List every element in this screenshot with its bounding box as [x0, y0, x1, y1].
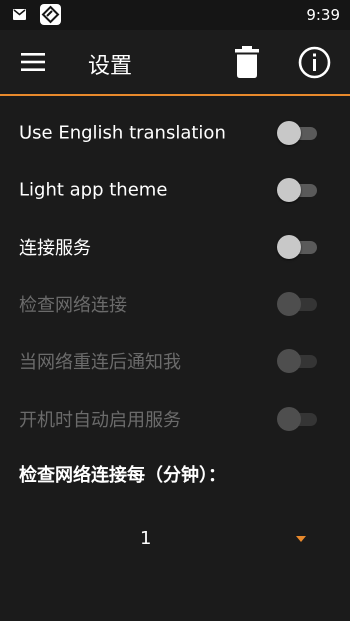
autostart-toggle	[277, 406, 318, 431]
setting-label: 开机时自动启用服务	[19, 409, 181, 431]
light-theme-toggle[interactable]	[277, 177, 318, 202]
setting-label: 连接服务	[19, 237, 91, 259]
setting-light-theme[interactable]: Light app theme	[0, 161, 350, 218]
setting-notify-reconnect: 当网络重连后通知我	[0, 333, 350, 390]
setting-label: 当网络重连后通知我	[19, 352, 181, 374]
page-title: 设置	[88, 54, 133, 79]
notify-reconnect-toggle	[277, 349, 318, 374]
trash-icon[interactable]	[234, 46, 260, 78]
info-icon[interactable]	[298, 46, 331, 79]
interval-dropdown[interactable]: 1	[0, 516, 350, 562]
status-time: 9:39	[306, 6, 340, 24]
interval-heading: 检查网络连接每（分钟）：	[19, 465, 226, 486]
setting-label: 检查网络连接	[19, 295, 127, 317]
english-translation-toggle[interactable]	[277, 120, 318, 145]
status-bar: 9:39	[0, 0, 350, 30]
interval-selected-value: 1	[140, 528, 152, 549]
setting-english-translation[interactable]: Use English translation	[0, 104, 350, 161]
app-notification-icon	[40, 4, 61, 25]
app-bar: 设置	[0, 30, 350, 96]
connect-service-toggle[interactable]	[277, 234, 318, 259]
setting-connect-service[interactable]: 连接服务	[0, 218, 350, 275]
setting-check-network: 检查网络连接	[0, 276, 350, 333]
menu-icon[interactable]	[20, 50, 46, 74]
check-network-toggle	[277, 292, 318, 317]
dropdown-arrow-icon	[296, 536, 306, 542]
setting-label: Use English translation	[19, 122, 226, 144]
mail-icon	[13, 9, 26, 20]
setting-autostart: 开机时自动启用服务	[0, 390, 350, 447]
setting-label: Light app theme	[19, 179, 168, 201]
settings-list: Use English translation Light app theme …	[0, 104, 350, 447]
